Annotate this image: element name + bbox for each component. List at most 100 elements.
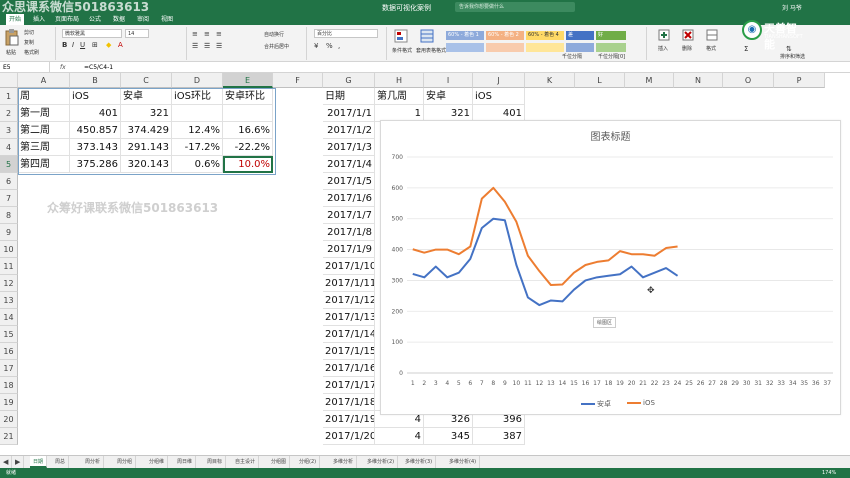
copy-button[interactable]: 复制 [24, 39, 34, 46]
table2-cell[interactable]: 345 [424, 428, 473, 445]
fill-color-icon[interactable]: ◆ [106, 41, 111, 49]
selected-cell-e5[interactable]: 10.0% [223, 156, 273, 173]
table1-header-cell[interactable]: iOS [70, 88, 121, 105]
series-line-ios[interactable] [412, 186, 678, 287]
line-chart[interactable]: 图表标题 0 100 200 300 400 500 600 700 1 2 3 4 5 6 7 8 9 10 11… [380, 120, 841, 415]
sheet-tab[interactable]: 分组(2) [296, 456, 321, 468]
sheet-tab[interactable]: 自主设计 [232, 456, 260, 468]
font-color-icon[interactable]: A [118, 41, 123, 49]
table2-header-cell[interactable]: 第几周 [375, 88, 424, 105]
align-middle-icon[interactable]: ≡ [204, 30, 210, 38]
row-header-10[interactable]: 10 [0, 241, 18, 258]
row-header-17[interactable]: 17 [0, 360, 18, 377]
tab-home[interactable]: 开始 [6, 14, 25, 25]
table1-cell[interactable]: 401 [70, 105, 121, 122]
select-all-corner[interactable] [0, 73, 18, 88]
conditional-format-icon[interactable] [394, 29, 408, 43]
date-cell[interactable]: 2017/1/2 [323, 122, 375, 139]
style-accent1-row2[interactable] [446, 43, 484, 52]
zoom-level[interactable]: 174% [822, 468, 836, 478]
table2-header-cell[interactable]: iOS [473, 88, 525, 105]
sheet-tab[interactable]: 分组维 [146, 456, 169, 468]
row-header-21[interactable]: 21 [0, 428, 18, 445]
row-header-5[interactable]: 5 [0, 156, 18, 173]
column-header-c[interactable]: C [121, 73, 172, 88]
column-header-p[interactable]: P [774, 73, 825, 88]
date-cell[interactable]: 2017/1/10 [323, 258, 375, 275]
date-cell[interactable]: 2017/1/3 [323, 139, 375, 156]
table1-cell[interactable]: 321 [121, 105, 172, 122]
date-cell[interactable]: 2017/1/7 [323, 207, 375, 224]
align-left-icon[interactable]: ☰ [192, 42, 198, 50]
table1-cell[interactable] [223, 105, 273, 122]
bold-icon[interactable]: B [62, 41, 67, 49]
table1-cell[interactable]: 373.143 [70, 139, 121, 156]
table1-cell[interactable]: 第四周 [18, 156, 70, 173]
date-cell[interactable]: 2017/1/17 [323, 377, 375, 394]
style-bad-row2[interactable] [566, 43, 594, 52]
column-header-k[interactable]: K [525, 73, 575, 88]
row-header-6[interactable]: 6 [0, 173, 18, 190]
next-sheet-icon[interactable]: ▶ [12, 456, 24, 468]
table1-cell[interactable]: 第三周 [18, 139, 70, 156]
tab-review[interactable]: 审阅 [134, 14, 152, 25]
align-bottom-icon[interactable]: ≡ [216, 30, 222, 38]
column-header-a[interactable]: A [18, 73, 70, 88]
sheet-tab[interactable]: 周分析 [82, 456, 105, 468]
sheet-tab[interactable]: 日期 [30, 456, 48, 468]
column-header-i[interactable]: I [424, 73, 473, 88]
align-right-icon[interactable]: ☰ [216, 42, 222, 50]
tab-data[interactable]: 数据 [110, 14, 128, 25]
column-header-o[interactable]: O [723, 73, 774, 88]
table1-cell[interactable]: 320.143 [121, 156, 172, 173]
table1-cell[interactable]: 0.6% [172, 156, 223, 173]
row-header-19[interactable]: 19 [0, 394, 18, 411]
row-header-7[interactable]: 7 [0, 190, 18, 207]
date-cell[interactable]: 2017/1/11 [323, 275, 375, 292]
date-cell[interactable]: 2017/1/4 [323, 156, 375, 173]
table1-header-cell[interactable]: 安卓环比 [223, 88, 273, 105]
currency-icon[interactable]: ¥ [314, 42, 318, 50]
chart-plot-area[interactable]: 01002003004005006007001 2 3 4 5 6 7 8 9 10 11 12 13 1… [381, 121, 842, 416]
row-header-2[interactable]: 2 [0, 105, 18, 122]
date-cell[interactable]: 2017/1/5 [323, 173, 375, 190]
cut-button[interactable]: 剪切 [24, 29, 34, 36]
date-cell[interactable]: 2017/1/20 [323, 428, 375, 445]
style-comma[interactable]: 千位分隔 [560, 53, 594, 62]
date-cell[interactable]: 2017/1/13 [323, 309, 375, 326]
date-cell[interactable]: 2017/1/16 [323, 360, 375, 377]
delete-cells-icon[interactable] [682, 29, 694, 41]
date-cell[interactable]: 2017/1/8 [323, 224, 375, 241]
style-accent4-row2[interactable] [526, 43, 564, 52]
font-name-select[interactable]: 微软雅黑 [62, 29, 122, 38]
table1-cell[interactable]: -17.2% [172, 139, 223, 156]
name-box[interactable]: E5 [0, 62, 50, 73]
row-header-16[interactable]: 16 [0, 343, 18, 360]
column-header-b[interactable]: B [70, 73, 121, 88]
row-header-8[interactable]: 8 [0, 207, 18, 224]
user-name[interactable]: 刘 马爷 [782, 3, 802, 12]
tab-view[interactable]: 视图 [158, 14, 176, 25]
comma-icon[interactable]: , [338, 42, 340, 50]
tell-me-search[interactable]: 告诉我你想要做什么 [455, 2, 575, 12]
sheet-tab[interactable]: 周目标 [204, 456, 227, 468]
style-accent2[interactable]: 60% - 着色 2 [486, 31, 524, 40]
legend-item-android[interactable]: 安卓 [581, 399, 611, 409]
table2-cell[interactable]: 4 [375, 428, 424, 445]
sheet-tab[interactable]: 周总 [52, 456, 70, 468]
underline-icon[interactable]: U [80, 41, 85, 49]
column-header-h[interactable]: H [375, 73, 424, 88]
border-icon[interactable]: ⊞ [92, 41, 98, 49]
style-good-row2[interactable] [596, 43, 626, 52]
column-header-d[interactable]: D [172, 73, 223, 88]
column-header-g[interactable]: G [323, 73, 375, 88]
date-cell[interactable]: 2017/1/18 [323, 394, 375, 411]
date-cell[interactable]: 2017/1/14 [323, 326, 375, 343]
column-header-m[interactable]: M [625, 73, 674, 88]
style-accent2-row2[interactable] [486, 43, 524, 52]
date-cell[interactable]: 2017/1/12 [323, 292, 375, 309]
percent-icon[interactable]: % [326, 42, 333, 50]
date-cell[interactable]: 2017/1/19 [323, 411, 375, 428]
date-cell[interactable]: 2017/1/15 [323, 343, 375, 360]
wrap-text-button[interactable]: 自动换行 [264, 31, 284, 38]
